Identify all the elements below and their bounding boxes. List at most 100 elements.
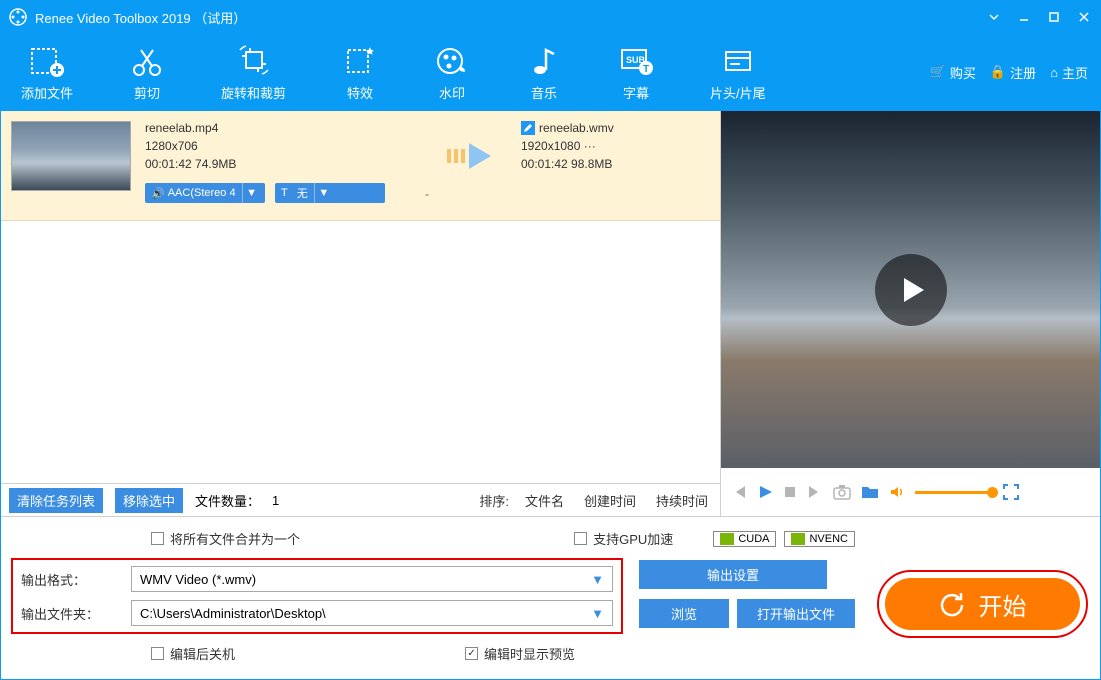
crop-icon — [236, 43, 272, 79]
video-thumbnail — [11, 121, 131, 191]
output-folder-label: 输出文件夹： — [21, 604, 121, 623]
fullscreen-button[interactable] — [1003, 484, 1019, 500]
toolbar-add-file[interactable]: 添加文件 — [13, 39, 81, 106]
output-resolution: 1920x1080 ··· — [521, 139, 614, 153]
dropdown-icon[interactable] — [986, 9, 1002, 25]
buy-link[interactable]: 🛒购买 — [930, 63, 976, 82]
film-add-icon — [29, 43, 65, 79]
toolbar-label: 旋转和裁剪 — [221, 83, 286, 102]
maximize-icon[interactable] — [1046, 9, 1062, 25]
video-preview[interactable] — [721, 111, 1100, 468]
output-filename: reneelab.wmv — [539, 121, 614, 135]
nvidia-icon — [791, 533, 805, 545]
toolbar-watermark[interactable]: 水印 — [426, 39, 478, 106]
file-row[interactable]: reneelab.mp4 1280x706 00:01:42 74.9MB 🔊A… — [1, 111, 720, 221]
app-logo-icon — [9, 8, 27, 26]
output-folder-select[interactable]: C:\Users\Administrator\Desktop\ ▼ — [131, 600, 613, 626]
remove-selected-button[interactable]: 移除选中 — [115, 488, 183, 513]
chevron-down-icon: ▼ — [591, 572, 604, 587]
source-duration-size: 00:01:42 74.9MB — [145, 157, 345, 171]
register-link[interactable]: 🔒注册 — [990, 63, 1036, 82]
play-overlay-button[interactable] — [875, 254, 947, 326]
play-button[interactable] — [757, 484, 773, 500]
list-footer: 清除任务列表 移除选中 文件数量： 1 排序: 文件名 创建时间 持续时间 — [1, 483, 720, 516]
player-controls — [721, 468, 1100, 516]
output-format-select[interactable]: WMV Video (*.wmv) ▼ — [131, 566, 613, 592]
toolbar-music[interactable]: 音乐 — [518, 39, 570, 106]
toolbar-intro-outro[interactable]: 片头/片尾 — [702, 39, 774, 106]
app-title: Renee Video Toolbox 2019 （试用） — [35, 8, 986, 27]
output-settings-button[interactable]: 输出设置 — [639, 560, 827, 589]
output-panel: 将所有文件合并为一个 支持GPU加速 CUDA NVENC 输出格式： WMV … — [1, 516, 1100, 671]
card-icon — [720, 43, 756, 79]
toolbar-label: 水印 — [439, 83, 465, 102]
cuda-badge: CUDA — [713, 531, 776, 547]
home-icon: ⌂ — [1050, 65, 1058, 80]
watermark-icon — [434, 43, 470, 79]
toolbar-label: 特效 — [347, 83, 373, 102]
preview-checkbox[interactable]: 编辑时显示预览 — [465, 644, 575, 663]
output-format-label: 输出格式： — [21, 570, 121, 589]
source-resolution: 1280x706 — [145, 139, 345, 153]
prev-button[interactable] — [731, 484, 747, 500]
nvidia-icon — [720, 533, 734, 545]
shutdown-checkbox[interactable]: 编辑后关机 — [151, 644, 235, 663]
subtitle-icon: SUBT — [618, 43, 654, 79]
refresh-icon — [939, 591, 965, 617]
clear-list-button[interactable]: 清除任务列表 — [9, 488, 103, 513]
sort-by-created[interactable]: 创建时间 — [580, 491, 640, 510]
edit-icon[interactable] — [521, 121, 535, 135]
main-toolbar: 添加文件 剪切 旋转和裁剪 特效 水印 音乐 SUBT 字幕 片头/片尾 🛒购买… — [1, 33, 1100, 111]
cart-icon: 🛒 — [930, 64, 946, 80]
output-duration-size: 00:01:42 98.8MB — [521, 157, 614, 171]
open-output-button[interactable]: 打开输出文件 — [737, 599, 855, 628]
merge-checkbox[interactable]: 将所有文件合并为一个 — [151, 529, 300, 548]
toolbar-label: 添加文件 — [21, 83, 73, 102]
toolbar-label: 字幕 — [623, 83, 649, 102]
lock-icon: 🔒 — [990, 64, 1006, 80]
next-button[interactable] — [807, 484, 823, 500]
subtitle-track-select[interactable]: T 无 ▼ — [275, 183, 385, 203]
toolbar-subtitle[interactable]: SUBT 字幕 — [610, 39, 662, 106]
music-icon — [526, 43, 562, 79]
file-count-value: 1 — [272, 493, 279, 508]
scissors-icon — [129, 43, 165, 79]
home-link[interactable]: ⌂主页 — [1050, 63, 1088, 82]
gpu-checkbox[interactable]: 支持GPU加速 — [574, 529, 673, 548]
browse-button[interactable]: 浏览 — [639, 599, 729, 628]
dash-placeholder: - — [425, 183, 429, 203]
stop-button[interactable] — [783, 485, 797, 499]
toolbar-label: 剪切 — [134, 83, 160, 102]
chevron-down-icon[interactable]: ▼ — [315, 187, 333, 199]
svg-text:T: T — [643, 64, 649, 75]
task-list-pane: reneelab.mp4 1280x706 00:01:42 74.9MB 🔊A… — [1, 111, 721, 516]
toolbar-cut[interactable]: 剪切 — [121, 39, 173, 106]
effects-icon — [342, 43, 378, 79]
minimize-icon[interactable] — [1016, 9, 1032, 25]
open-button[interactable] — [861, 484, 879, 500]
toolbar-effects[interactable]: 特效 — [334, 39, 386, 106]
output-form: 输出格式： WMV Video (*.wmv) ▼ 输出文件夹： C:\User… — [11, 558, 623, 634]
start-button[interactable]: 开始 — [885, 578, 1080, 630]
toolbar-label: 音乐 — [531, 83, 557, 102]
toolbar-rotate-crop[interactable]: 旋转和裁剪 — [213, 39, 294, 106]
preview-pane — [721, 111, 1100, 516]
file-count-label: 文件数量： — [195, 491, 260, 510]
nvenc-badge: NVENC — [784, 531, 855, 547]
sort-by-duration[interactable]: 持续时间 — [652, 491, 712, 510]
convert-arrow-icon — [443, 121, 507, 210]
audio-track-select[interactable]: 🔊AAC(Stereo 4 ▼ — [145, 183, 265, 203]
snapshot-button[interactable] — [833, 484, 851, 500]
close-icon[interactable] — [1076, 9, 1092, 25]
chevron-down-icon[interactable]: ▼ — [243, 187, 261, 199]
sort-label: 排序: — [479, 491, 509, 510]
volume-slider[interactable] — [915, 491, 993, 494]
volume-icon[interactable] — [889, 484, 905, 500]
chevron-down-icon: ▼ — [591, 606, 604, 621]
file-list: reneelab.mp4 1280x706 00:01:42 74.9MB 🔊A… — [1, 111, 720, 483]
titlebar: Renee Video Toolbox 2019 （试用） — [1, 1, 1100, 33]
speaker-icon: 🔊 — [151, 187, 165, 200]
toolbar-label: 片头/片尾 — [710, 83, 766, 102]
source-filename: reneelab.mp4 — [145, 121, 345, 135]
sort-by-name[interactable]: 文件名 — [521, 491, 568, 510]
